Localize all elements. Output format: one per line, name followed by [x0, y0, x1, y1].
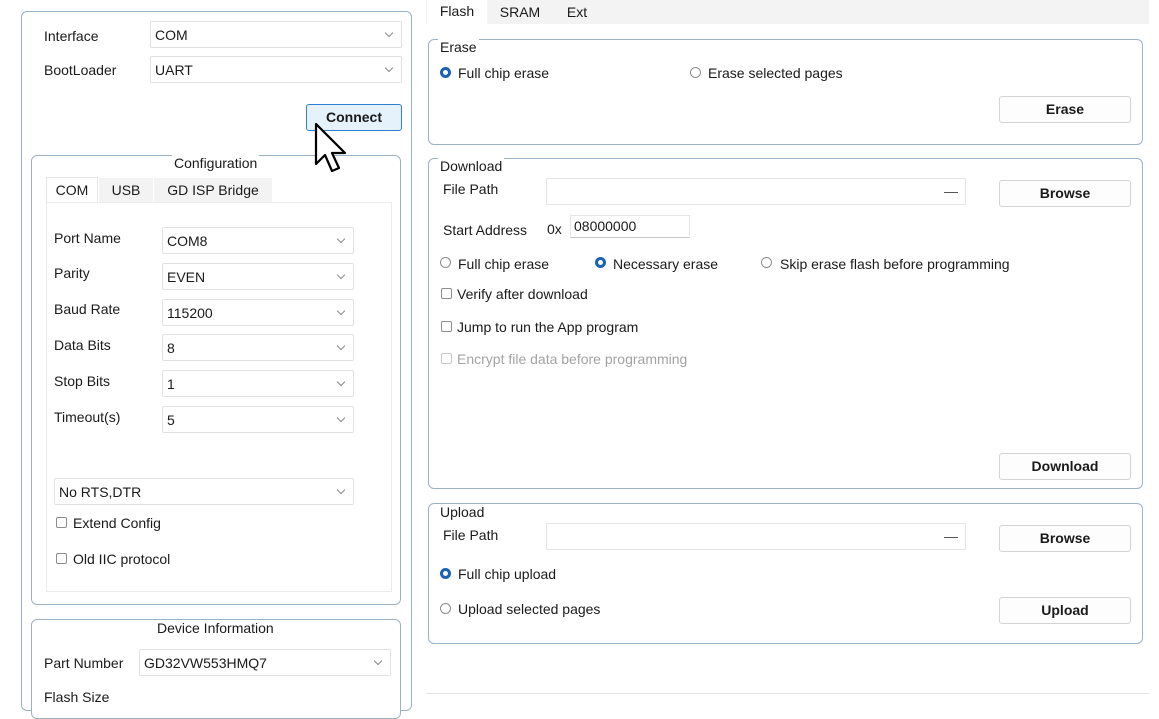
parity-combo[interactable]: EVEN: [162, 263, 354, 290]
chevron-down-icon: [336, 306, 346, 316]
erase-group: [428, 39, 1143, 145]
rts-dtr-combo[interactable]: No RTS,DTR: [54, 478, 354, 505]
erase-full-chip-label: Full chip erase: [458, 65, 550, 81]
stop-bits-value: 1: [167, 376, 175, 392]
part-number-label: Part Number: [44, 655, 124, 671]
tab-gd-isp-bridge-label: GD ISP Bridge: [167, 182, 259, 198]
interface-combo[interactable]: COM: [150, 21, 402, 48]
bootloader-label: BootLoader: [44, 62, 117, 78]
erase-full-chip-radio[interactable]: [440, 67, 451, 78]
upload-file-path-label: File Path: [443, 527, 499, 543]
chevron-down-icon: [384, 28, 394, 38]
bootloader-combo[interactable]: UART: [150, 56, 402, 83]
chevron-down-icon: [373, 656, 383, 666]
download-file-path-label: File Path: [443, 181, 499, 197]
upload-full-chip-radio[interactable]: [440, 568, 451, 579]
download-full-chip-label: Full chip erase: [458, 256, 550, 272]
verify-checkbox[interactable]: [441, 288, 452, 299]
data-bits-label: Data Bits: [54, 337, 111, 353]
parity-value: EVEN: [167, 269, 206, 285]
interface-value: COM: [155, 27, 188, 43]
upload-selected-pages-label: Upload selected pages: [458, 601, 601, 617]
start-address-input[interactable]: 08000000: [570, 215, 690, 238]
stop-bits-label: Stop Bits: [54, 373, 111, 389]
erase-selected-pages-label: Erase selected pages: [708, 65, 843, 81]
download-skip-erase-label: Skip erase flash before programming: [780, 256, 1010, 272]
bootloader-value: UART: [155, 62, 193, 78]
timeout-combo[interactable]: 5: [162, 406, 354, 433]
tab-sram[interactable]: SRAM: [492, 0, 548, 24]
tab-flash[interactable]: Flash: [427, 0, 487, 26]
extend-config-checkbox[interactable]: [56, 517, 67, 528]
chevron-down-icon: [336, 485, 346, 495]
data-bits-combo[interactable]: 8: [162, 334, 354, 361]
configuration-title: Configuration: [172, 155, 260, 171]
tab-sram-label: SRAM: [499, 4, 541, 20]
parity-label: Parity: [54, 265, 90, 281]
download-title: Download: [438, 158, 505, 174]
upload-full-chip-label: Full chip upload: [458, 566, 557, 582]
interface-label: Interface: [44, 28, 99, 44]
download-necessary-erase-radio[interactable]: [595, 257, 606, 268]
chevron-down-icon: [336, 341, 346, 351]
chevron-down-icon: [336, 234, 346, 244]
upload-button[interactable]: Upload: [999, 597, 1131, 624]
extend-config-label: Extend Config: [73, 515, 161, 531]
old-iic-label: Old IIC protocol: [73, 551, 171, 567]
erase-selected-pages-radio[interactable]: [690, 67, 701, 78]
verify-label: Verify after download: [457, 286, 588, 302]
download-browse-button[interactable]: Browse: [999, 180, 1131, 207]
timeout-value: 5: [167, 412, 175, 428]
address-prefix: 0x: [547, 221, 562, 237]
data-bits-value: 8: [167, 340, 175, 356]
upload-selected-pages-radio[interactable]: [440, 603, 451, 614]
stop-bits-combo[interactable]: 1: [162, 370, 354, 397]
upload-file-path-input[interactable]: [546, 523, 966, 550]
jump-checkbox[interactable]: [441, 321, 452, 332]
port-name-combo[interactable]: COM8: [162, 227, 354, 254]
part-number-combo[interactable]: GD32VW553HMQ7: [139, 649, 391, 676]
upload-title: Upload: [438, 504, 487, 520]
erase-button[interactable]: Erase: [999, 96, 1131, 123]
port-name-value: COM8: [167, 233, 208, 249]
baud-rate-value: 115200: [167, 305, 213, 321]
device-information-title: Device Information: [155, 620, 276, 636]
part-number-value: GD32VW553HMQ7: [144, 655, 267, 671]
tab-com-label: COM: [55, 182, 89, 198]
start-address-label: Start Address: [443, 222, 528, 238]
rts-dtr-value: No RTS,DTR: [59, 484, 142, 500]
jump-label: Jump to run the App program: [457, 319, 639, 335]
chevron-down-icon: [336, 270, 346, 280]
old-iic-checkbox[interactable]: [56, 553, 67, 564]
tab-ext[interactable]: Ext: [555, 0, 599, 24]
chevron-down-icon: [384, 63, 394, 73]
encrypt-checkbox: [441, 353, 452, 364]
erase-title: Erase: [438, 39, 479, 55]
tab-usb[interactable]: USB: [99, 178, 153, 202]
baud-rate-combo[interactable]: 115200: [162, 299, 354, 326]
config-tab-body: [46, 202, 392, 592]
bottom-divider: [426, 693, 1149, 694]
tab-com[interactable]: COM: [46, 177, 98, 203]
chevron-down-icon: [336, 413, 346, 423]
tab-ext-label: Ext: [566, 4, 588, 20]
clear-path-icon[interactable]: [944, 192, 958, 193]
port-name-label: Port Name: [54, 230, 121, 246]
download-file-path-input[interactable]: [546, 178, 966, 205]
baud-rate-label: Baud Rate: [54, 301, 121, 317]
tab-usb-label: USB: [111, 182, 141, 198]
flash-size-label: Flash Size: [44, 689, 110, 705]
upload-browse-button[interactable]: Browse: [999, 525, 1131, 552]
timeout-label: Timeout(s): [54, 409, 121, 425]
download-skip-erase-radio[interactable]: [761, 257, 772, 268]
download-button[interactable]: Download: [999, 453, 1131, 480]
mouse-cursor-icon: [314, 122, 347, 173]
download-necessary-erase-label: Necessary erase: [613, 256, 719, 272]
tab-gd-isp-bridge[interactable]: GD ISP Bridge: [154, 178, 272, 202]
tab-flash-label: Flash: [439, 3, 475, 19]
clear-path-icon[interactable]: [944, 537, 958, 538]
encrypt-label: Encrypt file data before programming: [457, 351, 688, 367]
download-full-chip-radio[interactable]: [440, 257, 451, 268]
chevron-down-icon: [336, 377, 346, 387]
